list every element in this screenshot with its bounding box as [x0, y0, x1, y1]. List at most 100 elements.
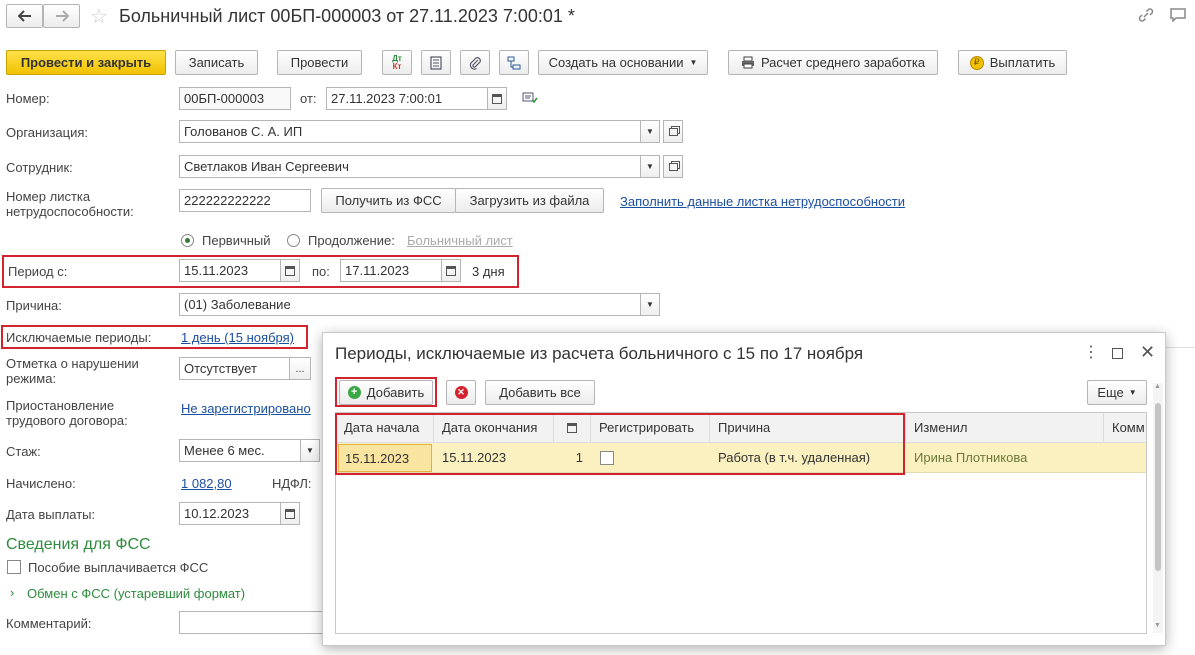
- period-to-field[interactable]: 17.11.2023: [340, 259, 442, 282]
- continuation-link: Больничный лист: [407, 233, 513, 248]
- period-from-field[interactable]: 15.11.2023: [179, 259, 281, 282]
- period-label: Период с:: [8, 264, 68, 279]
- close-icon[interactable]: ✕: [1140, 342, 1155, 363]
- org-dropdown-button[interactable]: ▼: [640, 120, 660, 143]
- accrued-link[interactable]: 1 082,80: [181, 476, 232, 491]
- post-and-close-button[interactable]: Провести и закрыть: [6, 50, 166, 75]
- load-from-file-button[interactable]: Загрузить из файла: [455, 188, 604, 213]
- delete-button[interactable]: ✕: [446, 380, 476, 405]
- fss-benefit-label: Пособие выплачивается ФСС: [28, 560, 209, 575]
- paperclip-icon: [469, 56, 481, 70]
- comment-field[interactable]: [179, 611, 329, 634]
- printer-icon: [741, 56, 754, 69]
- excluded-periods-dialog: Периоды, исключаемые из расчета больничн…: [322, 332, 1166, 646]
- structure-button[interactable]: [499, 50, 529, 75]
- fss-exchange-group[interactable]: Обмен с ФСС (устаревший формат): [27, 586, 245, 601]
- period-to-calendar-button[interactable]: [441, 259, 461, 282]
- period-to-label: по:: [312, 264, 330, 279]
- attach-button[interactable]: [460, 50, 490, 75]
- avg-earnings-button[interactable]: Расчет среднего заработка: [728, 50, 938, 75]
- table-highlight: [335, 413, 905, 475]
- ndfl-label: НДФЛ:: [272, 476, 312, 491]
- create-based-on-button[interactable]: Создать на основании ▼: [538, 50, 708, 75]
- delete-x-icon: ✕: [454, 386, 468, 399]
- suspension-label-line1: Приостановление: [6, 398, 115, 413]
- more-button[interactable]: Еще ▼: [1087, 380, 1147, 405]
- fss-benefit-checkbox[interactable]: [7, 560, 21, 574]
- forward-button[interactable]: [43, 4, 80, 28]
- employee-dropdown-button[interactable]: ▼: [640, 155, 660, 178]
- comment-icon[interactable]: [1170, 8, 1186, 25]
- violation-select-button[interactable]: ...: [289, 357, 311, 380]
- reason-label: Причина:: [6, 298, 62, 313]
- pay-button[interactable]: ₽ Выплатить: [958, 50, 1067, 75]
- sheet-number-field[interactable]: 222222222222: [179, 189, 311, 212]
- chevron-down-icon: ▼: [646, 127, 654, 136]
- employee-open-button[interactable]: [663, 155, 683, 178]
- chevron-down-icon: ▼: [646, 162, 654, 171]
- col-changed-by[interactable]: Изменил: [906, 413, 1104, 443]
- org-open-button[interactable]: [663, 120, 683, 143]
- continuation-radio[interactable]: [287, 234, 300, 247]
- open-window-icon: [668, 127, 678, 136]
- period-days: 3 дня: [472, 264, 505, 279]
- violation-label-line1: Отметка о нарушении: [6, 356, 139, 371]
- open-window-icon: [668, 162, 678, 171]
- coin-icon: ₽: [969, 55, 984, 70]
- calendar-icon: [492, 93, 502, 104]
- tenure-dropdown-button[interactable]: ▼: [300, 439, 320, 462]
- favorite-star-icon[interactable]: ☆: [90, 4, 108, 29]
- number-field[interactable]: 00БП-000003: [179, 87, 291, 110]
- reason-field[interactable]: (01) Заболевание: [179, 293, 641, 316]
- scroll-up-arrow-icon[interactable]: ▲: [1154, 383, 1161, 390]
- link-icon[interactable]: [1138, 8, 1154, 25]
- period-from-calendar-button[interactable]: [280, 259, 300, 282]
- reason-dropdown-button[interactable]: ▼: [640, 293, 660, 316]
- chevron-right-icon[interactable]: ›: [10, 585, 14, 600]
- history-icon[interactable]: [522, 92, 538, 107]
- comment-label: Комментарий:: [6, 616, 92, 631]
- continuation-radio-label: Продолжение:: [308, 233, 395, 248]
- add-button-label: Добавить: [366, 385, 425, 400]
- violation-label-line2: режима:: [6, 371, 57, 386]
- pay-label: Выплатить: [989, 55, 1056, 70]
- add-all-button[interactable]: Добавить все: [485, 380, 595, 405]
- add-button[interactable]: + Добавить: [339, 380, 433, 405]
- pay-date-field[interactable]: 10.12.2023: [179, 502, 281, 525]
- post-button[interactable]: Провести: [277, 50, 362, 75]
- fss-section-heading: Сведения для ФСС: [6, 536, 151, 553]
- more-vertical-icon[interactable]: ⋮: [1083, 345, 1099, 361]
- suspension-link[interactable]: Не зарегистрировано: [181, 401, 311, 416]
- primary-radio-label: Первичный: [202, 233, 271, 248]
- cell-changed-by: Ирина Плотникова: [914, 450, 1028, 465]
- scrollbar-track[interactable]: ▲ ▼: [1153, 383, 1163, 633]
- sheet-number-label-line1: Номер листка: [6, 189, 91, 204]
- calendar-icon: [446, 265, 456, 276]
- scroll-down-arrow-icon[interactable]: ▼: [1154, 622, 1161, 629]
- dtkt-button[interactable]: Дт Кт: [382, 50, 412, 75]
- tenure-field[interactable]: Менее 6 мес.: [179, 439, 301, 462]
- violation-field[interactable]: Отсутствует: [179, 357, 290, 380]
- primary-radio[interactable]: [181, 234, 194, 247]
- col-comment[interactable]: Комм: [1104, 413, 1146, 443]
- maximize-icon[interactable]: [1112, 348, 1123, 359]
- calendar-icon: [285, 508, 295, 519]
- scrollbar-thumb[interactable]: [1155, 403, 1161, 571]
- back-button[interactable]: [6, 4, 43, 28]
- dtkt-icon-bottom: Кт: [392, 61, 402, 71]
- excluded-periods-link[interactable]: 1 день (15 ноября): [181, 330, 294, 345]
- date-calendar-button[interactable]: [487, 87, 507, 110]
- org-field[interactable]: Голованов С. А. ИП: [179, 120, 641, 143]
- get-from-fss-button[interactable]: Получить из ФСС: [321, 188, 456, 213]
- excluded-periods-label: Исключаемые периоды:: [6, 330, 152, 345]
- calendar-icon: [285, 265, 295, 276]
- chevron-down-icon: ▼: [689, 58, 698, 67]
- hierarchy-icon: [507, 56, 521, 69]
- save-button[interactable]: Записать: [175, 50, 258, 75]
- date-field[interactable]: 27.11.2023 7:00:01: [326, 87, 488, 110]
- employee-field[interactable]: Светлаков Иван Сергеевич: [179, 155, 641, 178]
- sheet-number-label-line2: нетрудоспособности:: [6, 204, 134, 219]
- fill-sheet-data-link[interactable]: Заполнить данные листка нетрудоспособнос…: [620, 194, 905, 209]
- report-button[interactable]: [421, 50, 451, 75]
- pay-date-calendar-button[interactable]: [280, 502, 300, 525]
